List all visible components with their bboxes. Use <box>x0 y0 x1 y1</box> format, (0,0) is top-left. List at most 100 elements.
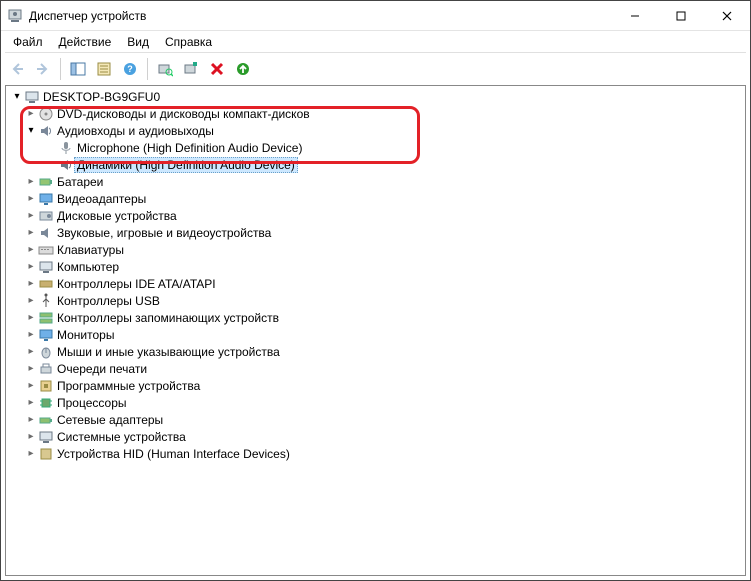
tree-category-hid[interactable]: ▸ Устройства HID (Human Interface Device… <box>8 445 743 462</box>
minimize-button[interactable] <box>612 1 658 31</box>
category-label: Программные устройства <box>54 378 203 394</box>
sound-video-icon <box>38 225 54 241</box>
expander-icon[interactable]: ▸ <box>24 396 38 410</box>
update-driver-button[interactable] <box>231 57 255 81</box>
storage-controller-icon <box>38 310 54 326</box>
category-label: Аудиовходы и аудиовыходы <box>54 123 217 139</box>
menu-action[interactable]: Действие <box>51 33 120 51</box>
category-label: Контроллеры USB <box>54 293 163 309</box>
mouse-icon <box>38 344 54 360</box>
tree-category-mouse[interactable]: ▸ Мыши и иные указывающие устройства <box>8 343 743 360</box>
scan-hardware-button[interactable] <box>153 57 177 81</box>
device-label: Динамики (High Definition Audio Device) <box>74 157 298 173</box>
svg-text:?: ? <box>127 64 133 74</box>
processor-icon <box>38 395 54 411</box>
toolbar: ? <box>1 55 750 83</box>
tree-category-audio[interactable]: ▾ Аудиовходы и аудиовыходы <box>8 122 743 139</box>
tree-category-software[interactable]: ▸ Программные устройства <box>8 377 743 394</box>
tree-category-keyboard[interactable]: ▸ Клавиатуры <box>8 241 743 258</box>
tree-category-disk[interactable]: ▸ Дисковые устройства <box>8 207 743 224</box>
software-device-icon <box>38 378 54 394</box>
app-icon <box>7 8 23 24</box>
monitor-icon <box>38 327 54 343</box>
close-button[interactable] <box>704 1 750 31</box>
expander-icon[interactable]: ▸ <box>24 192 38 206</box>
show-hide-console-tree-button[interactable] <box>66 57 90 81</box>
network-adapter-icon <box>38 412 54 428</box>
expander-icon[interactable]: ▸ <box>24 328 38 342</box>
expander-icon[interactable]: ▸ <box>24 379 38 393</box>
expander-icon[interactable]: ▸ <box>24 226 38 240</box>
expander-icon[interactable]: ▸ <box>24 260 38 274</box>
system-device-icon <box>38 429 54 445</box>
expander-icon[interactable]: ▸ <box>24 447 38 461</box>
device-tree[interactable]: ▾ DESKTOP-BG9GFU0 ▸ DVD-дисководы и диск… <box>5 85 746 576</box>
category-label: Процессоры <box>54 395 130 411</box>
tree-category-storagectl[interactable]: ▸ Контроллеры запоминающих устройств <box>8 309 743 326</box>
tree-category-system[interactable]: ▸ Системные устройства <box>8 428 743 445</box>
category-label: Контроллеры IDE ATA/ATAPI <box>54 276 219 292</box>
menu-help[interactable]: Справка <box>157 33 220 51</box>
expander-icon[interactable]: ▸ <box>24 345 38 359</box>
tree-category-cpu[interactable]: ▸ Процессоры <box>8 394 743 411</box>
window-controls <box>612 1 750 31</box>
tree-category-display[interactable]: ▸ Видеоадаптеры <box>8 190 743 207</box>
disc-drive-icon <box>38 106 54 122</box>
menu-view[interactable]: Вид <box>119 33 157 51</box>
category-label: Компьютер <box>54 259 122 275</box>
tree-root[interactable]: ▾ DESKTOP-BG9GFU0 <box>8 88 743 105</box>
menu-divider <box>5 52 746 53</box>
properties-button[interactable] <box>92 57 116 81</box>
tree-category-computer[interactable]: ▸ Компьютер <box>8 258 743 275</box>
keyboard-icon <box>38 242 54 258</box>
expander-icon[interactable]: ▸ <box>24 362 38 376</box>
expander-icon[interactable]: ▸ <box>24 175 38 189</box>
device-label: Microphone (High Definition Audio Device… <box>74 140 305 156</box>
title-bar: Диспетчер устройств <box>1 1 750 31</box>
maximize-button[interactable] <box>658 1 704 31</box>
category-label: Системные устройства <box>54 429 189 445</box>
speaker-icon <box>58 157 74 173</box>
forward-button[interactable] <box>31 57 55 81</box>
menu-bar: Файл Действие Вид Справка <box>1 31 750 52</box>
toolbar-separator <box>60 58 61 80</box>
uninstall-device-button[interactable] <box>205 57 229 81</box>
tree-device-speaker[interactable]: Динамики (High Definition Audio Device) <box>8 156 743 173</box>
category-label: Звуковые, игровые и видеоустройства <box>54 225 274 241</box>
category-label: Мыши и иные указывающие устройства <box>54 344 283 360</box>
expander-icon[interactable]: ▸ <box>24 430 38 444</box>
category-label: Батареи <box>54 174 106 190</box>
print-queue-icon <box>38 361 54 377</box>
tree-category-media[interactable]: ▸ Звуковые, игровые и видеоустройства <box>8 224 743 241</box>
expander-open-icon[interactable]: ▾ <box>10 90 24 104</box>
add-legacy-hardware-button[interactable] <box>179 57 203 81</box>
category-label: Клавиатуры <box>54 242 127 258</box>
menu-file[interactable]: Файл <box>5 33 51 51</box>
usb-controller-icon <box>38 293 54 309</box>
back-button[interactable] <box>5 57 29 81</box>
tree-device-microphone[interactable]: Microphone (High Definition Audio Device… <box>8 139 743 156</box>
microphone-icon <box>58 140 74 156</box>
expander-icon[interactable]: ▸ <box>24 413 38 427</box>
tree-category-ide[interactable]: ▸ Контроллеры IDE ATA/ATAPI <box>8 275 743 292</box>
help-button[interactable]: ? <box>118 57 142 81</box>
category-label: Устройства HID (Human Interface Devices) <box>54 446 293 462</box>
tree-category-batteries[interactable]: ▸ Батареи <box>8 173 743 190</box>
tree-category-monitor[interactable]: ▸ Мониторы <box>8 326 743 343</box>
audio-icon <box>38 123 54 139</box>
category-label: Очереди печати <box>54 361 150 377</box>
expander-icon[interactable]: ▸ <box>24 294 38 308</box>
expander-icon[interactable]: ▸ <box>24 107 38 121</box>
category-label: DVD-дисководы и дисководы компакт-дисков <box>54 106 313 122</box>
tree-category-printq[interactable]: ▸ Очереди печати <box>8 360 743 377</box>
tree-category-network[interactable]: ▸ Сетевые адаптеры <box>8 411 743 428</box>
disk-drive-icon <box>38 208 54 224</box>
category-label: Видеоадаптеры <box>54 191 149 207</box>
expander-icon[interactable]: ▸ <box>24 243 38 257</box>
expander-icon[interactable]: ▸ <box>24 277 38 291</box>
tree-category-usb[interactable]: ▸ Контроллеры USB <box>8 292 743 309</box>
expander-icon[interactable]: ▸ <box>24 311 38 325</box>
tree-category-dvd[interactable]: ▸ DVD-дисководы и дисководы компакт-диск… <box>8 105 743 122</box>
expander-open-icon[interactable]: ▾ <box>24 124 38 138</box>
expander-icon[interactable]: ▸ <box>24 209 38 223</box>
